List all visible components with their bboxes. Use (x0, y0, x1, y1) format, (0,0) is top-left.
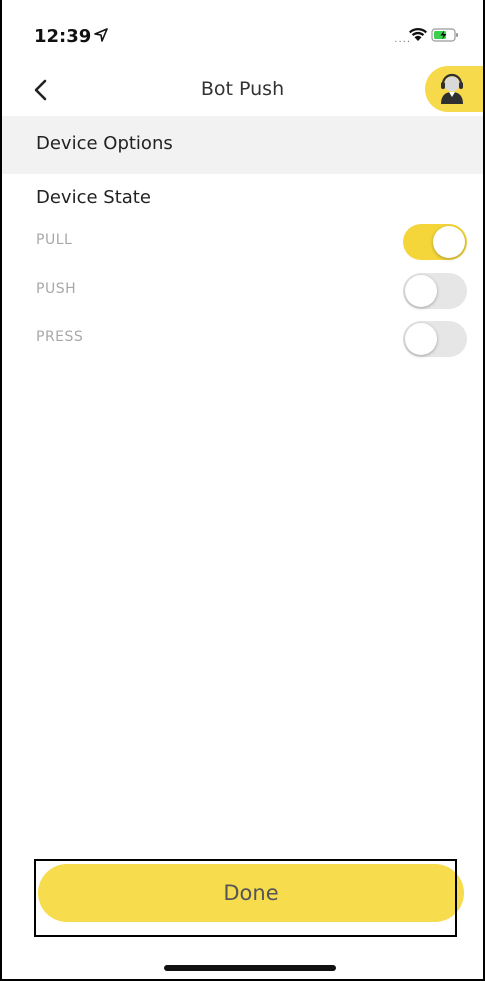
location-arrow-icon (94, 28, 108, 42)
battery-charging-icon (431, 28, 458, 42)
home-indicator (164, 965, 336, 971)
done-highlight-box (34, 859, 457, 937)
toggle-knob (405, 275, 437, 307)
wifi-icon (409, 27, 427, 41)
pull-toggle[interactable] (403, 224, 467, 260)
option-row-pull: PULL (2, 220, 483, 264)
status-bar: 12:39 .... (2, 0, 483, 64)
toggle-knob (433, 226, 465, 258)
option-label: PULL (36, 232, 73, 248)
device-options-header: Device Options (2, 116, 483, 174)
option-label: PUSH (36, 281, 77, 297)
option-label: PRESS (36, 329, 84, 345)
press-toggle[interactable] (403, 321, 467, 357)
option-row-push: PUSH (2, 269, 483, 313)
status-time: 12:39 (34, 26, 92, 47)
page-title: Bot Push (200, 78, 285, 100)
push-toggle[interactable] (403, 273, 467, 309)
app-screen: 12:39 .... Bot Push Device Options Devic… (0, 0, 485, 981)
device-state-heading: Device State (36, 187, 151, 208)
navigation-bar: Bot Push (2, 66, 483, 116)
option-row-press: PRESS (2, 317, 483, 361)
customer-support-icon (441, 73, 463, 104)
customer-support-button[interactable] (425, 66, 483, 112)
toggle-knob (405, 323, 437, 355)
section-title: Device Options (36, 133, 173, 154)
